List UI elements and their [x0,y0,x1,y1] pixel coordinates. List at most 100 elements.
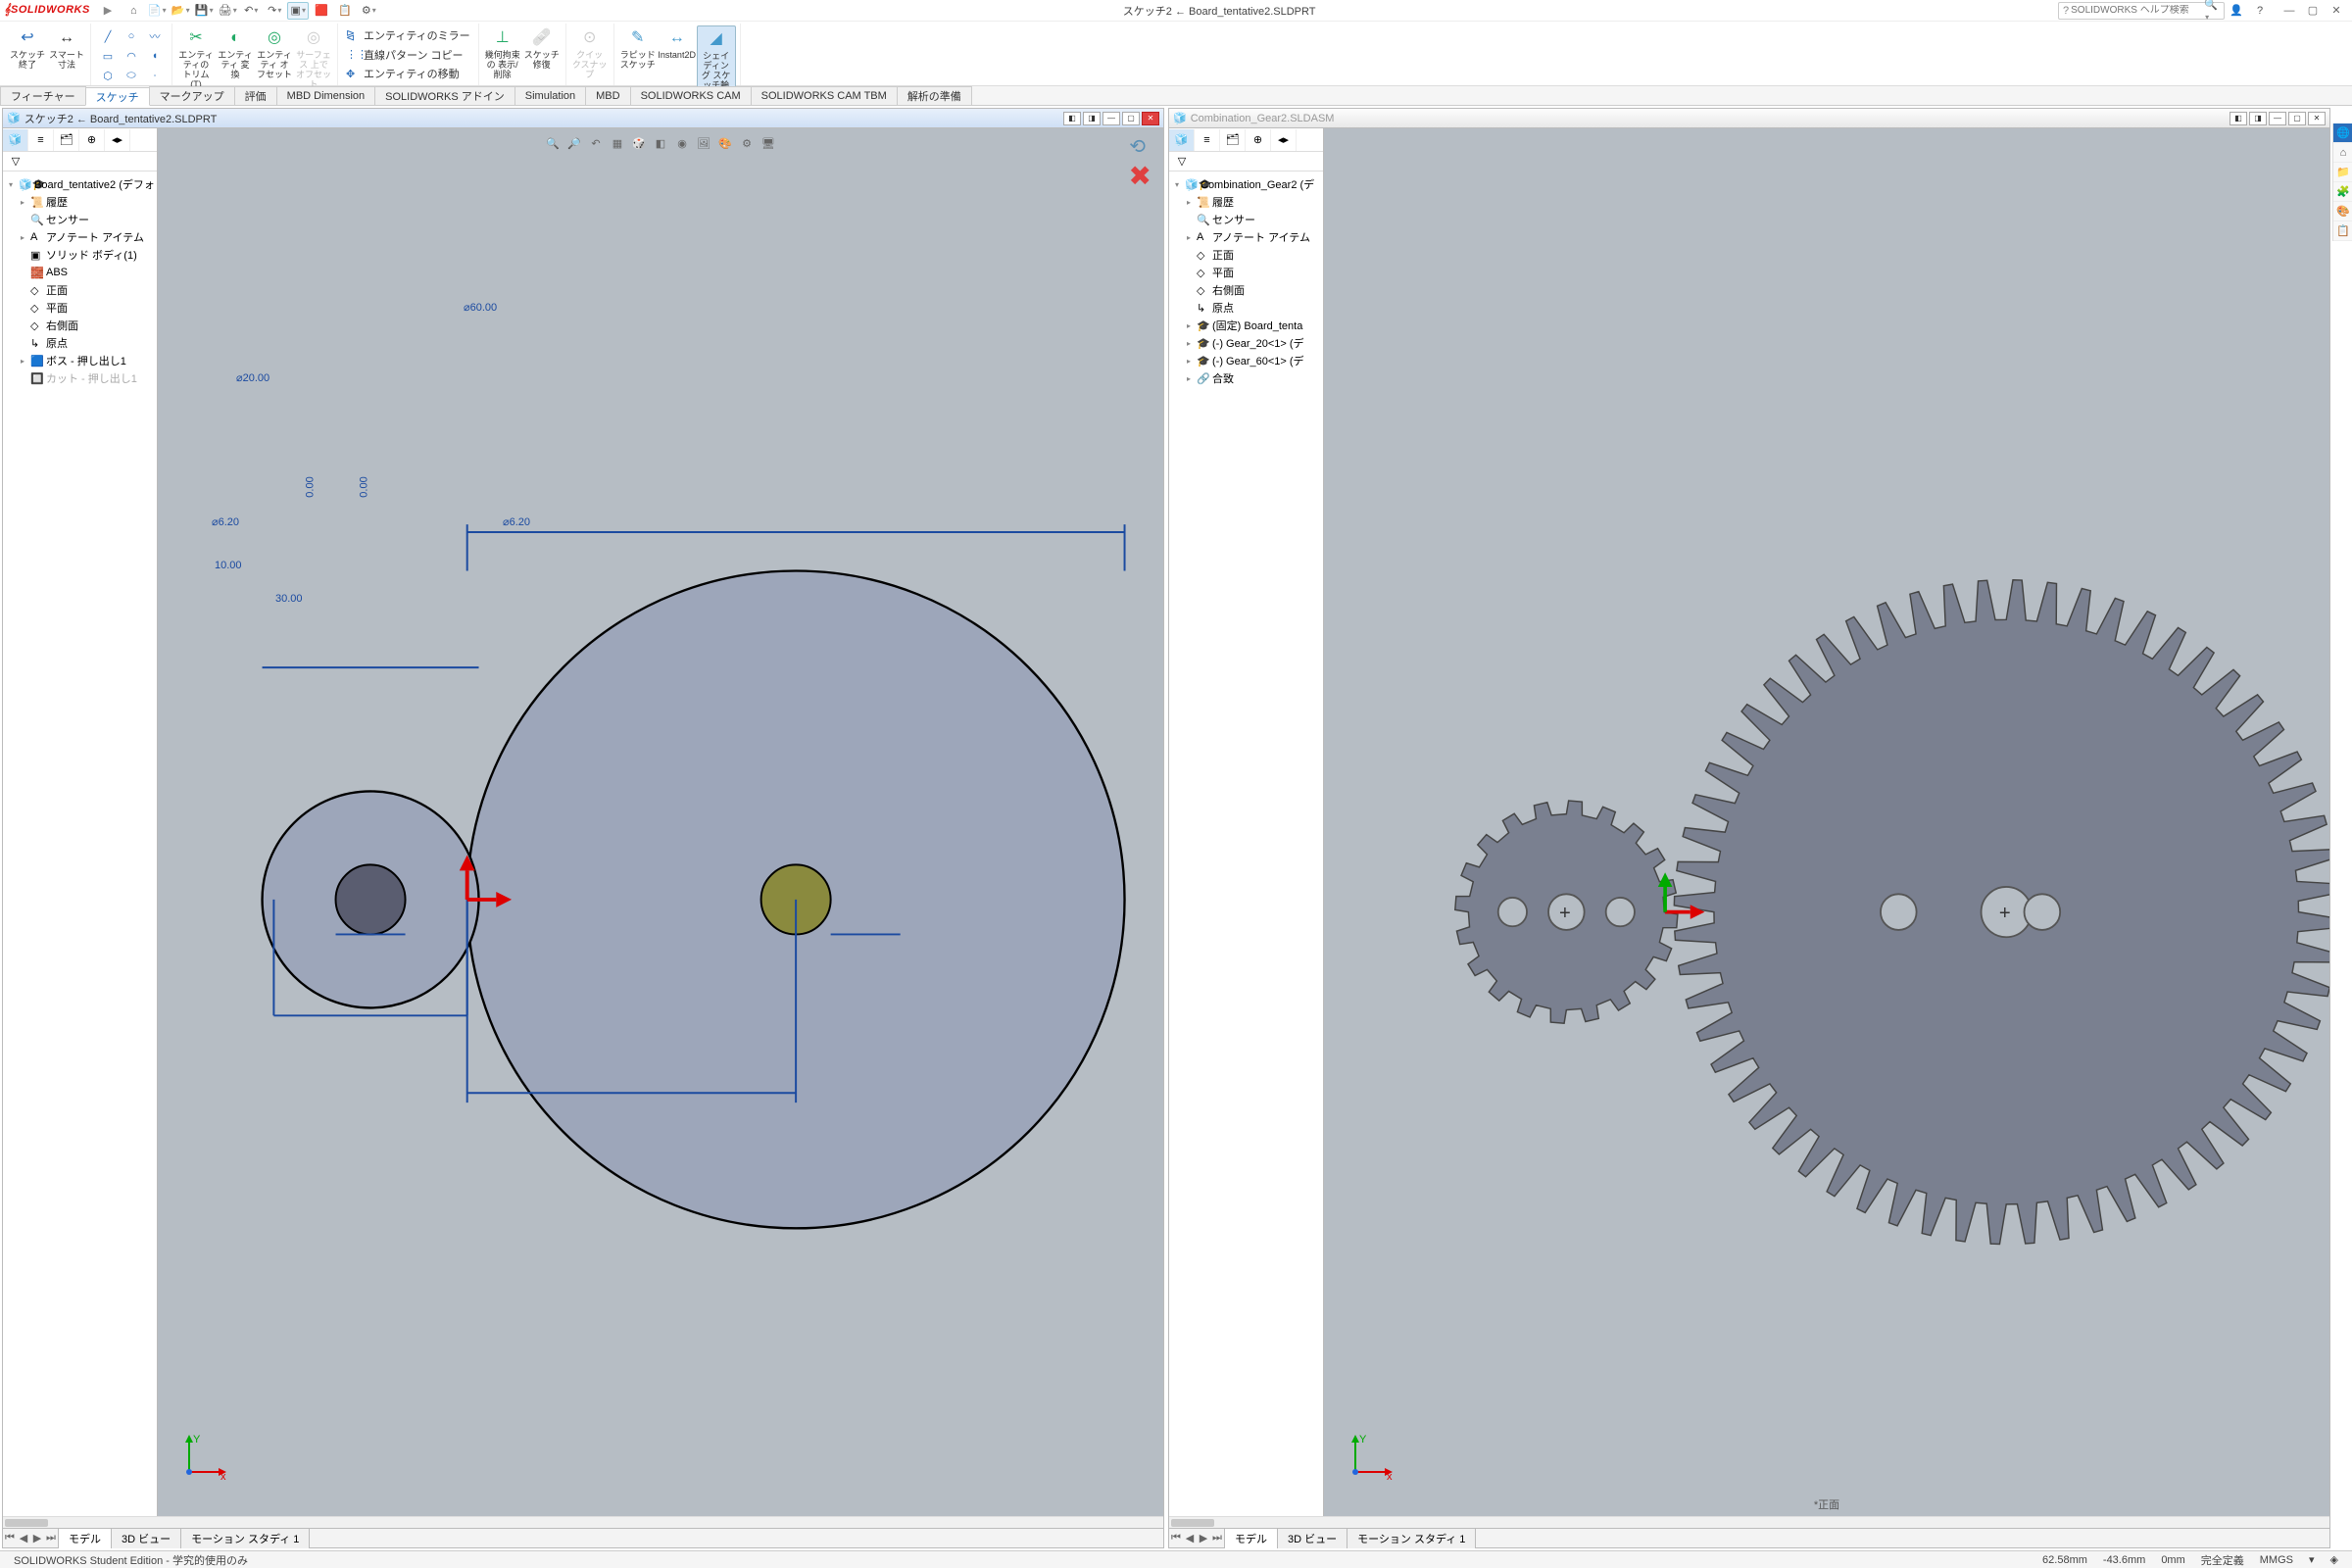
trim-button[interactable]: ✂エンティティの トリム(T) [176,25,216,92]
dim-d62a[interactable]: ⌀6.20 [212,515,239,528]
pane-max-r[interactable]: ▢ [2288,112,2306,125]
tree-item[interactable]: ◇平面 [1171,264,1321,281]
open-icon[interactable]: 📂▾ [170,2,191,20]
tree-item[interactable]: 🔲カット - 押し出し1 [5,369,155,387]
pane-btn-2[interactable]: ◨ [1083,112,1101,125]
mirror-button[interactable]: ⧎エンティティのミラー [342,25,474,45]
dim-d20[interactable]: ⌀20.00 [236,371,270,384]
h-scrollbar-left[interactable] [3,1516,1163,1528]
cmd-tab-9[interactable]: SOLIDWORKS CAM TBM [751,86,898,105]
tree-item[interactable]: 🧱ABS [5,264,155,281]
pane-btn-1[interactable]: ◧ [1063,112,1081,125]
tree-root[interactable]: ▾🧊🎓Board_tentative2 (デフォ [5,175,155,193]
slot-tool[interactable]: ◖ [144,47,166,65]
feature-tree-left[interactable]: ▾🧊🎓Board_tentative2 (デフォ ▸📜履歴🔍センサー▸Aアノテー… [3,172,157,391]
setting-icon[interactable]: ⚙ [737,134,757,152]
cmd-tab-1[interactable]: スケッチ [85,87,150,106]
scene-icon[interactable]: 🖼 [694,134,713,152]
tree-item[interactable]: 🔍センサー [1171,211,1321,228]
right-viewport[interactable]: + + x Y *正面 [1324,128,2329,1516]
tab-nav-prev[interactable]: ◀ [17,1532,30,1544]
fm-tab-conf-r[interactable]: 🗂 [1220,129,1246,151]
tree-item[interactable]: ◇平面 [5,299,155,317]
maximize-button[interactable]: ▢ [2301,2,2325,20]
select-icon[interactable]: ▣▾ [287,2,309,20]
poly-tool[interactable]: ⬡ [97,67,119,84]
fm-tab-more[interactable]: ◂▸ [105,129,130,151]
dim-0b[interactable]: 0.00 [359,476,370,497]
tree-item[interactable]: ▣ソリッド ボディ(1) [5,246,155,264]
fm-tab-dim[interactable]: ⊕ [79,129,105,151]
cmd-tab-0[interactable]: フィーチャー [0,86,86,105]
exit-sketch-button[interactable]: ↩スケッチ 終了 [8,25,47,73]
minimize-button[interactable]: — [2278,2,2301,20]
fm-tab-prop-r[interactable]: ≡ [1195,129,1220,151]
tree-item[interactable]: ◇正面 [1171,246,1321,264]
left-viewport[interactable]: 🔍 🔎 ↶ ▦ 🎲 ◧ ◉ 🖼 🎨 ⚙ 🖥 ⟲ ✖ [158,128,1163,1516]
zoom-area-icon[interactable]: 🔎 [564,134,584,152]
help-icon[interactable]: ? [2249,2,2271,20]
tree-item[interactable]: ◇正面 [5,281,155,299]
search-input[interactable] [2071,5,2204,16]
fm-tab-prop[interactable]: ≡ [28,129,54,151]
cmd-tab-2[interactable]: マークアップ [149,86,235,105]
pane-max[interactable]: ▢ [1122,112,1140,125]
filter-icon[interactable]: ▽ [3,151,28,172]
linear-pattern-button[interactable]: ⋮⋮直線パターン コピー [342,45,467,65]
tree-item[interactable]: ◇右側面 [1171,281,1321,299]
fm-tab-dim-r[interactable]: ⊕ [1246,129,1271,151]
tree-item[interactable]: ▸🎓(-) Gear_60<1> (デ [1171,352,1321,369]
status-cog-icon[interactable]: ◈ [2330,1553,2338,1566]
tab-nav-first[interactable]: ⏮ [3,1532,17,1544]
fm-tab-conf[interactable]: 🗂 [54,129,79,151]
fm-tab-tree-r[interactable]: 🧊 [1169,129,1195,151]
cmd-tab-4[interactable]: MBD Dimension [276,86,375,105]
cmd-tab-3[interactable]: 評価 [234,86,277,105]
smart-dimension-button[interactable]: ↔スマート 寸法 [47,25,86,73]
help-search[interactable]: ? 🔍▾ [2058,2,2225,20]
tree-item[interactable]: ▸📜履歴 [5,193,155,211]
pane-min-r[interactable]: — [2269,112,2286,125]
pane-close[interactable]: ✕ [1142,112,1159,125]
tree-item[interactable]: ▸🟦ボス - 押し出し1 [5,352,155,369]
tree-item[interactable]: ▸📜履歴 [1171,193,1321,211]
instant2d-button[interactable]: ↔Instant2D [658,25,697,63]
tab-nav-next[interactable]: ▶ [30,1532,44,1544]
rapid-sketch-button[interactable]: ✎ラピッドスケッチ [618,25,658,73]
search-icon[interactable]: 🔍▾ [2204,0,2220,23]
dim-0a[interactable]: 0.00 [305,476,317,497]
tree-item[interactable]: ↳原点 [1171,299,1321,317]
cmd-tab-6[interactable]: Simulation [514,86,586,105]
cmd-tab-8[interactable]: SOLIDWORKS CAM [630,86,752,105]
view-triad-right[interactable]: x Y [1348,1435,1393,1483]
confirm-corner-ok[interactable]: ⟲ [1129,134,1146,159]
spline-tool[interactable]: 〰 [144,27,166,45]
new-icon[interactable]: 📄▾ [146,2,168,20]
tree-item[interactable]: ▸Aアノテート アイテム [1171,228,1321,246]
filter-icon-r[interactable]: ▽ [1169,151,1195,172]
prev-view-icon[interactable]: ↶ [586,134,606,152]
redo-icon[interactable]: ↷▾ [264,2,285,20]
save-icon[interactable]: 💾▾ [193,2,215,20]
dim-10[interactable]: 10.00 [215,560,242,571]
section-icon[interactable]: ▦ [608,134,627,152]
h-scrollbar-right[interactable] [1169,1516,2329,1528]
bottom-tab[interactable]: モデル [1224,1528,1278,1548]
tree-item[interactable]: ▸Aアノテート アイテム [5,228,155,246]
move-entity-button[interactable]: ✥エンティティの移動 [342,64,464,83]
view-orient-icon[interactable]: 🎲 [629,134,649,152]
dim-30[interactable]: 30.00 [275,593,303,605]
screen-icon[interactable]: 🖥 [759,134,778,152]
tree-item[interactable]: ▸🔗合致 [1171,369,1321,387]
pane-close-r[interactable]: ✕ [2308,112,2326,125]
ellipse-tool[interactable]: ⬭ [121,67,142,84]
home-icon[interactable]: ⌂ [122,2,144,20]
circle-tool[interactable]: ○ [121,27,142,45]
fm-tab-tree[interactable]: 🧊 [3,129,28,151]
view-triad-left[interactable]: x Y [181,1435,226,1483]
cmd-tab-7[interactable]: MBD [585,86,630,105]
right-pane-titlebar[interactable]: 🧊 Combination_Gear2.SLDASM ◧ ◨ — ▢ ✕ [1169,109,2329,128]
cmd-tab-10[interactable]: 解析の準備 [897,86,972,105]
tree-item[interactable]: ▸🎓(-) Gear_20<1> (デ [1171,334,1321,352]
bottom-tab[interactable]: モーション スタディ 1 [180,1528,310,1548]
